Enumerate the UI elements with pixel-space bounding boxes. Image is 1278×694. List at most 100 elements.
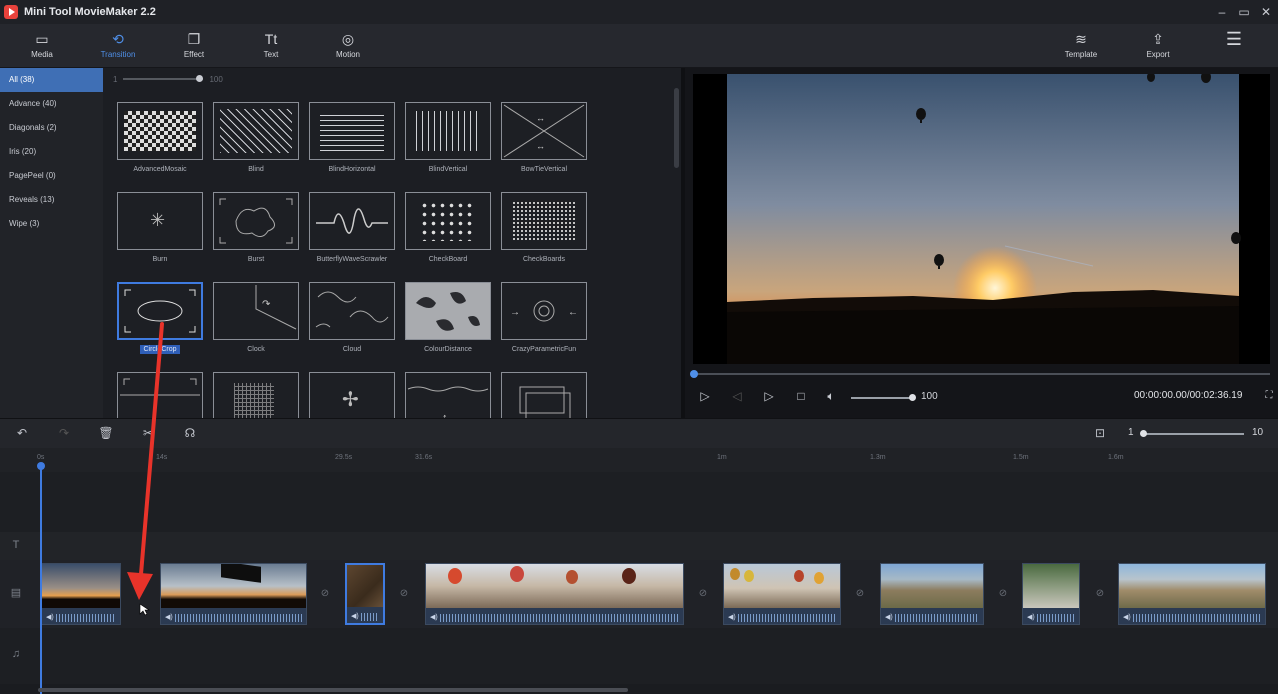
transition-name: ColourDistance	[424, 346, 472, 353]
grid-scrollbar[interactable]	[674, 88, 679, 168]
transition-tile-more-2[interactable]	[213, 372, 299, 418]
transition-slot-icon[interactable]: ⊘	[1093, 588, 1107, 600]
time-ruler[interactable]: 0s 14s 29.5s 31.6s 1m 1.3m 1.5m 1.6m	[0, 448, 1278, 472]
crazyparametricfun-thumbnail: → ←	[501, 282, 587, 340]
timeline: 0s 14s 29.5s 31.6s 1m 1.3m 1.5m 1.6m T ▤…	[0, 448, 1278, 694]
transition-tile-blindhorizontal[interactable]: BlindHorizontal	[309, 102, 395, 173]
export-button[interactable]: ⇪ Export	[1128, 30, 1188, 59]
svg-text:↷: ↷	[262, 299, 271, 310]
transition-tile-more-4[interactable]: ↑	[405, 372, 491, 418]
volume-handle[interactable]	[909, 394, 916, 401]
text-track[interactable]: T	[0, 532, 1278, 560]
cloud-thumbnail	[309, 282, 395, 340]
hamburger-menu-icon: ☰	[1225, 29, 1243, 49]
transition-tile-blindvertical[interactable]: BlindVertical	[405, 102, 491, 173]
transition-icon: ⟲	[112, 31, 124, 47]
audio-icon[interactable]: ☊	[182, 425, 198, 441]
motion-button[interactable]: ◎ Motion	[318, 30, 378, 59]
media-button[interactable]: ▭ Media	[12, 30, 72, 59]
timeline-scrollbar[interactable]	[38, 688, 628, 692]
thumbnail-size-slider[interactable]: 1 100	[113, 72, 223, 86]
stop-icon[interactable]: □	[793, 388, 809, 404]
music-track[interactable]: ♫	[0, 628, 1278, 684]
transition-tile-advancedmosaic[interactable]: AdvancedMosaic	[117, 102, 203, 173]
text-button[interactable]: Tt Text	[241, 30, 301, 59]
empty-track	[0, 472, 1278, 532]
category-iris[interactable]: Iris (20)	[0, 140, 103, 164]
transition-name: ButterflyWaveScrawler	[316, 256, 388, 263]
transition-tile-cloud[interactable]: Cloud	[309, 282, 395, 353]
transition-slot-icon[interactable]: ⊘	[318, 588, 332, 600]
transition-tile-butterflywavescrawler[interactable]: ButterflyWaveScrawler	[309, 192, 395, 263]
transition-button[interactable]: ⟲ Transition	[88, 30, 148, 59]
fit-timeline-icon[interactable]: ⊡	[1092, 425, 1108, 441]
timeline-zoom-slider[interactable]	[1140, 430, 1244, 437]
category-all[interactable]: All (38)	[0, 68, 103, 92]
redo-icon[interactable]: ↷	[56, 425, 72, 441]
video-preview	[693, 74, 1270, 364]
transition-tile-colourdistance[interactable]: ColourDistance	[405, 282, 491, 353]
transition-tile-more-1[interactable]	[117, 372, 203, 418]
video-clip[interactable]: ◀)	[1022, 563, 1080, 625]
category-wipe[interactable]: Wipe (3)	[0, 212, 103, 236]
transition-slot[interactable]	[129, 588, 143, 600]
svg-text:↔: ↔	[536, 141, 545, 151]
undo-icon[interactable]: ↶	[14, 425, 30, 441]
transition-slot-icon[interactable]: ⊘	[996, 588, 1010, 600]
transition-tile-more-5[interactable]	[501, 372, 587, 418]
transition-tile-circlecrop[interactable]: CircleCrop	[117, 282, 203, 354]
effect-button[interactable]: ❐ Effect	[164, 30, 224, 59]
video-clip[interactable]: ◀)	[425, 563, 684, 625]
transition-tile-burn[interactable]: ✳ Burn	[117, 192, 203, 263]
category-reveals[interactable]: Reveals (13)	[0, 188, 103, 212]
svg-text:←: ←	[568, 307, 578, 318]
previous-frame-icon[interactable]: ◁	[729, 388, 745, 404]
transition-name: Burn	[152, 256, 168, 263]
category-diagonals[interactable]: Diagonals (2)	[0, 116, 103, 140]
transition-slot-icon[interactable]: ⊘	[853, 588, 867, 600]
transition-tile-checkboards[interactable]: CheckBoards	[501, 192, 587, 263]
speaker-icon: ◀)	[885, 614, 893, 621]
app-logo-icon	[4, 5, 18, 19]
transition-name: Clock	[247, 346, 265, 353]
category-advance[interactable]: Advance (40)	[0, 92, 103, 116]
volume-icon[interactable]: 🔈︎	[823, 388, 839, 404]
video-clip[interactable]: ◀)	[1118, 563, 1266, 625]
next-frame-icon[interactable]: ▷	[761, 388, 777, 404]
delete-icon[interactable]: 🗑︎	[98, 425, 114, 441]
video-clip-selected[interactable]: ◀)	[345, 563, 385, 625]
slider-handle[interactable]	[196, 75, 204, 82]
playhead[interactable]	[40, 464, 42, 694]
scrubber-handle[interactable]	[690, 370, 698, 378]
transition-tile-more-3[interactable]: ✢	[309, 372, 395, 418]
checkboards-thumbnail	[501, 192, 587, 250]
template-button[interactable]: ≋ Template	[1051, 30, 1111, 59]
video-clip[interactable]: ◀)	[880, 563, 984, 625]
transition-category-list: All (38) Advance (40) Diagonals (2) Iris…	[0, 68, 103, 418]
transition-tile-blind[interactable]: Blind	[213, 102, 299, 173]
transition-tile-burst[interactable]: Burst	[213, 192, 299, 263]
speaker-icon: ◀)	[430, 614, 438, 621]
minimize-icon[interactable]: –	[1212, 4, 1232, 20]
menu-button[interactable]: ☰	[1204, 30, 1264, 48]
volume-slider[interactable]	[851, 394, 916, 401]
transition-tile-bowtievertical[interactable]: ↔ ↔ BowTieVertical	[501, 102, 587, 173]
playback-scrubber[interactable]	[690, 370, 1270, 378]
play-icon[interactable]: ▷	[697, 388, 713, 404]
video-clip[interactable]: ◀)	[41, 563, 121, 625]
transition-tile-checkboard[interactable]: CheckBoard	[405, 192, 491, 263]
folder-icon: ▭	[35, 31, 49, 47]
transition-tile-clock[interactable]: ↷ Clock	[213, 282, 299, 353]
video-clip[interactable]: ◀)	[160, 563, 307, 625]
fullscreen-icon[interactable]: ⛶	[1261, 388, 1277, 404]
category-pagepeel[interactable]: PagePeel (0)	[0, 164, 103, 188]
video-clip[interactable]: ◀)	[723, 563, 841, 625]
transition-name: BowTieVertical	[520, 166, 568, 173]
transition-tile-crazyparametricfun[interactable]: → ← CrazyParametricFun	[501, 282, 587, 353]
timeline-zoom-handle[interactable]	[1140, 430, 1147, 437]
close-icon[interactable]: ✕	[1256, 4, 1276, 20]
maximize-icon[interactable]: ▭	[1234, 4, 1254, 20]
transition-slot-icon[interactable]: ⊘	[397, 588, 411, 600]
split-icon[interactable]: ✂	[140, 425, 156, 441]
transition-slot-icon[interactable]: ⊘	[696, 588, 710, 600]
